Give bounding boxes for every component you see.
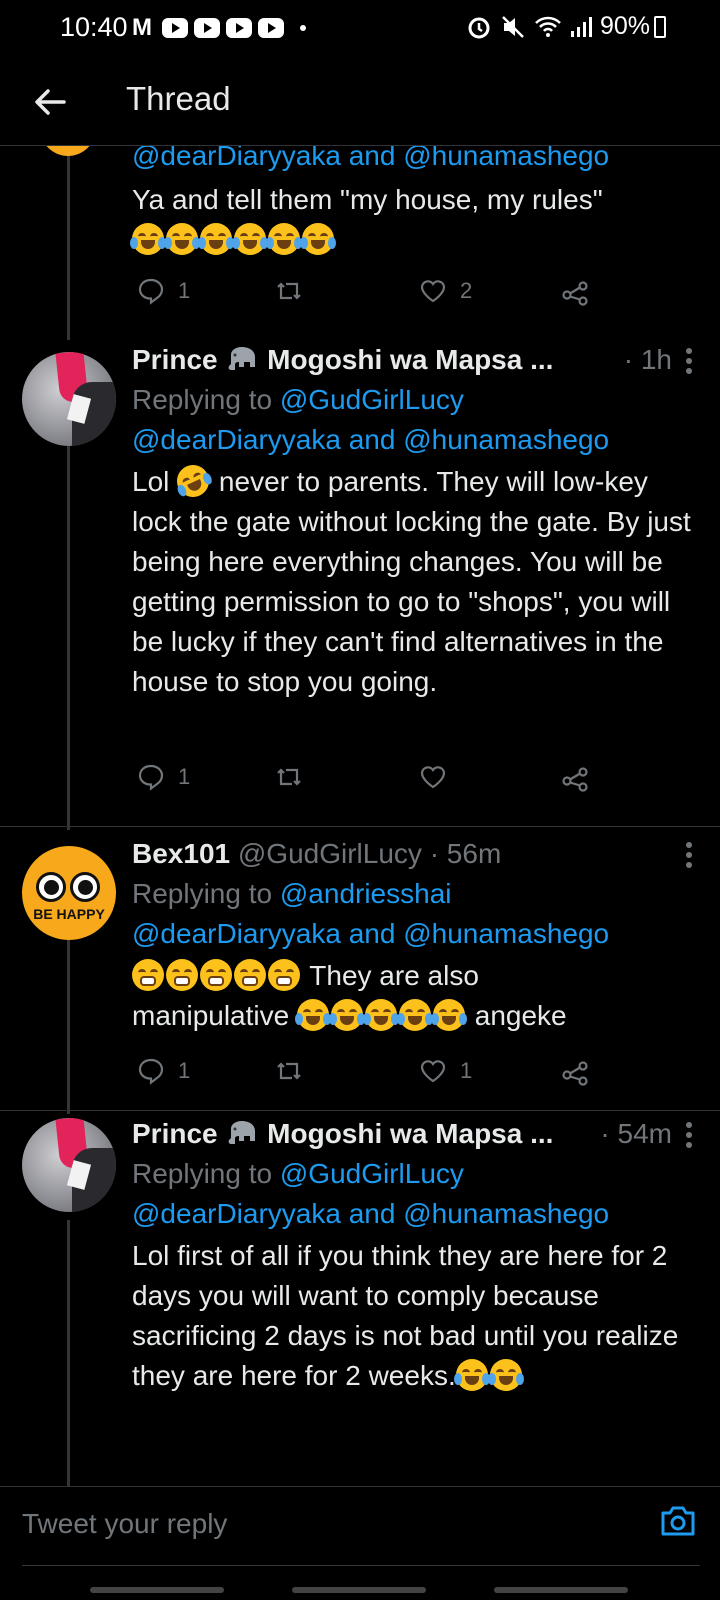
tweet-divider bbox=[0, 826, 720, 827]
tweet-text: Lol never to parents. They will low-key … bbox=[132, 459, 700, 702]
reply-button[interactable]: 1 bbox=[136, 276, 190, 306]
tweet-text: Ya and tell them "my house, my rules" bbox=[130, 180, 700, 260]
display-name[interactable]: Prince bbox=[132, 1118, 218, 1149]
reply-mentions[interactable]: @dearDiaryyaka and @hunamashego bbox=[132, 918, 700, 950]
face-with-tears-of-joy-icon bbox=[430, 999, 467, 1031]
replying-to: Replying to @GudGirlLucy bbox=[132, 1158, 464, 1189]
system-nav-bar[interactable] bbox=[292, 1587, 426, 1593]
reply-mentions[interactable]: @dearDiaryyaka and @hunamashego bbox=[132, 1198, 700, 1230]
face-with-tears-of-joy-icon bbox=[453, 1359, 490, 1391]
system-nav-bar[interactable] bbox=[90, 1587, 224, 1593]
mention-link[interactable]: @GudGirlLucy bbox=[280, 384, 464, 415]
reply-input[interactable] bbox=[22, 1499, 622, 1549]
face-with-tears-of-joy-icon bbox=[198, 223, 234, 255]
retweet-button[interactable] bbox=[274, 762, 304, 792]
tweet-time: · 1h bbox=[623, 344, 672, 375]
like-button[interactable]: 1 bbox=[418, 1056, 472, 1086]
face-with-steam-icon bbox=[234, 959, 266, 991]
reply-icon bbox=[138, 1058, 164, 1085]
avatar-label: BE HAPPY bbox=[33, 906, 105, 922]
tweet-meta: Bex101 @GudGirlLucy · 56m bbox=[132, 838, 700, 870]
tweet-meta: Prince Mogoshi wa Mapsa ... · 1h bbox=[132, 344, 700, 376]
share-icon bbox=[562, 767, 588, 792]
retweet-icon bbox=[277, 1062, 301, 1080]
tweet-actions: 1 2 bbox=[132, 276, 602, 316]
face-with-steam-icon bbox=[268, 959, 300, 991]
rolling-on-floor-laughing-icon bbox=[171, 459, 215, 503]
thread-list[interactable]: @dearDiaryyaka and @hunamashego Ya and t… bbox=[0, 0, 720, 1600]
user-handle[interactable]: @GudGirlLucy bbox=[238, 838, 422, 869]
top-app-bar: Thread bbox=[0, 56, 720, 146]
page-title: Thread bbox=[126, 80, 231, 117]
heart-icon bbox=[420, 280, 446, 303]
arrow-left-icon[interactable] bbox=[30, 82, 70, 122]
reply-button[interactable]: 1 bbox=[136, 1056, 190, 1086]
display-name-suffix[interactable]: Mogoshi wa Mapsa ... bbox=[267, 344, 553, 375]
face-with-tears-of-joy-icon bbox=[396, 999, 433, 1031]
mention-link[interactable]: @andriesshai bbox=[280, 878, 452, 909]
face-with-tears-of-joy-icon bbox=[328, 999, 365, 1031]
avatar[interactable] bbox=[22, 1118, 116, 1212]
input-underline bbox=[22, 1565, 700, 1566]
face-with-tears-of-joy-icon bbox=[266, 223, 302, 255]
face-with-tears-of-joy-icon bbox=[487, 1359, 524, 1391]
reply-icon bbox=[138, 278, 164, 305]
face-with-tears-of-joy-icon bbox=[300, 223, 336, 255]
reply-count: 1 bbox=[178, 764, 191, 789]
tweet-meta: Prince Mogoshi wa Mapsa ... · 54m bbox=[132, 1118, 700, 1150]
replying-to: Replying to @GudGirlLucy bbox=[132, 384, 464, 415]
display-name[interactable]: Prince bbox=[132, 344, 218, 375]
reply-composer bbox=[0, 1486, 720, 1600]
face-with-tears-of-joy-icon bbox=[164, 223, 200, 255]
heart-icon bbox=[420, 766, 446, 789]
heart-icon bbox=[420, 1060, 446, 1083]
thread-connector bbox=[67, 1220, 70, 1486]
share-icon bbox=[562, 281, 588, 306]
face-with-tears-of-joy-icon bbox=[362, 999, 399, 1031]
reply-mentions[interactable]: @dearDiaryyaka and @hunamashego bbox=[132, 424, 700, 456]
reply-icon bbox=[138, 764, 164, 791]
face-with-tears-of-joy-icon bbox=[130, 223, 166, 255]
reply-button[interactable]: 1 bbox=[136, 762, 190, 792]
display-name-suffix[interactable]: Mogoshi wa Mapsa ... bbox=[267, 1118, 553, 1149]
face-with-steam-icon bbox=[132, 959, 164, 991]
elephant-icon bbox=[228, 347, 256, 370]
reply-count: 1 bbox=[178, 1058, 191, 1083]
face-with-steam-icon bbox=[200, 959, 232, 991]
tweet-text: They are also manipulative angeke bbox=[132, 959, 567, 1031]
replying-to: Replying to @andriesshai bbox=[132, 878, 452, 909]
tweet-divider bbox=[0, 1110, 720, 1111]
mention-link[interactable]: @GudGirlLucy bbox=[280, 1158, 464, 1189]
tweet-time: · 54m bbox=[600, 1118, 672, 1149]
tweet-actions: 1 1 bbox=[132, 1056, 602, 1096]
share-button[interactable] bbox=[560, 276, 590, 306]
face-with-tears-of-joy-icon bbox=[294, 999, 331, 1031]
elephant-icon bbox=[228, 1121, 256, 1144]
retweet-button[interactable] bbox=[274, 1056, 304, 1086]
display-name[interactable]: Bex101 bbox=[132, 838, 230, 869]
like-button[interactable] bbox=[418, 762, 448, 792]
reply-count: 1 bbox=[178, 278, 191, 303]
like-count: 1 bbox=[460, 1058, 473, 1083]
share-button[interactable] bbox=[560, 762, 590, 792]
thread-connector bbox=[67, 928, 70, 1114]
retweet-icon bbox=[277, 768, 301, 786]
thread-connector bbox=[67, 444, 70, 830]
avatar[interactable]: BE HAPPY bbox=[22, 846, 116, 940]
thread-connector bbox=[67, 140, 70, 340]
retweet-button[interactable] bbox=[274, 276, 304, 306]
avatar[interactable] bbox=[22, 352, 116, 446]
like-count: 2 bbox=[460, 278, 473, 303]
tweet-actions: 1 bbox=[132, 762, 602, 802]
camera-icon[interactable] bbox=[658, 1501, 698, 1541]
like-button[interactable]: 2 bbox=[418, 276, 472, 306]
retweet-icon bbox=[277, 282, 301, 300]
share-button[interactable] bbox=[560, 1056, 590, 1086]
tweet-text: Lol first of all if you think they are h… bbox=[132, 1240, 679, 1391]
tweet-time: · 56m bbox=[429, 838, 502, 869]
face-with-steam-icon bbox=[166, 959, 198, 991]
share-icon bbox=[562, 1061, 588, 1086]
system-nav-bar[interactable] bbox=[494, 1587, 628, 1593]
face-with-tears-of-joy-icon bbox=[232, 223, 268, 255]
